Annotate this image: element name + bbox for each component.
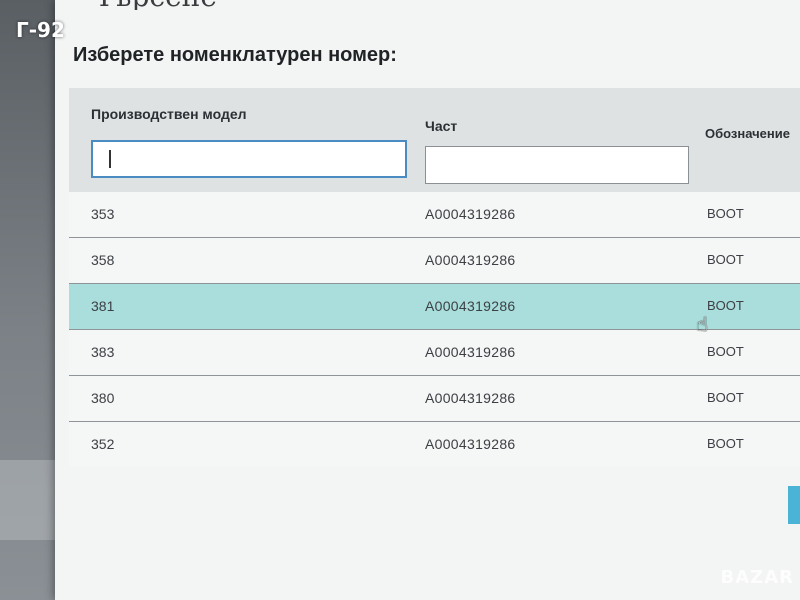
part-filter-input[interactable]	[425, 146, 689, 184]
text-caret	[109, 150, 111, 168]
table-row[interactable]: 358 A0004319286 BOOT	[69, 238, 800, 284]
column-header-model: Производствен модел	[91, 106, 247, 122]
cell-designation: BOOT	[707, 298, 744, 313]
cell-part: A0004319286	[425, 344, 516, 360]
cell-part: A0004319286	[425, 390, 516, 406]
background-widget	[0, 460, 58, 540]
cell-model: 383	[91, 344, 115, 360]
table-row[interactable]: 353 A0004319286 BOOT	[69, 192, 800, 238]
table-row[interactable]: 380 A0004319286 BOOT	[69, 376, 800, 422]
watermark-logo: BAZAR	[720, 567, 794, 588]
table-filter-header: Производствен модел Част Обозначение	[69, 88, 800, 193]
cell-model: 381	[91, 298, 115, 314]
table-row[interactable]: 352 A0004319286 BOOT	[69, 422, 800, 467]
table-row[interactable]: 383 A0004319286 BOOT	[69, 330, 800, 376]
cell-model: 380	[91, 390, 115, 406]
table-row-selected[interactable]: 381 A0004319286 BOOT	[69, 284, 800, 330]
cell-designation: BOOT	[707, 252, 744, 267]
model-filter-input[interactable]	[91, 140, 407, 178]
cell-model: 358	[91, 252, 115, 268]
cell-designation: BOOT	[707, 206, 744, 221]
cell-designation: BOOT	[707, 390, 744, 405]
cell-model: 353	[91, 206, 115, 222]
cell-part: A0004319286	[425, 436, 516, 452]
cell-part: A0004319286	[425, 252, 516, 268]
part-number-dialog: Търсене Изберете номенклатурен номер: Пр…	[55, 0, 800, 600]
column-header-part: Част	[425, 118, 458, 134]
hand-pointer-icon: ☝	[696, 312, 709, 336]
cell-part: A0004319286	[425, 206, 516, 222]
watermark-tag: Г-92	[16, 18, 65, 42]
results-table: 353 A0004319286 BOOT 358 A0004319286 BOO…	[69, 192, 800, 467]
cell-part: A0004319286	[425, 298, 516, 314]
column-header-designation: Обозначение	[705, 126, 790, 141]
cell-designation: BOOT	[707, 344, 744, 359]
dialog-title: Търсене	[95, 0, 217, 10]
cell-designation: BOOT	[707, 436, 744, 451]
cell-model: 352	[91, 436, 115, 452]
dialog-subtitle: Изберете номенклатурен номер:	[73, 44, 397, 66]
confirm-button-edge[interactable]	[788, 486, 800, 524]
